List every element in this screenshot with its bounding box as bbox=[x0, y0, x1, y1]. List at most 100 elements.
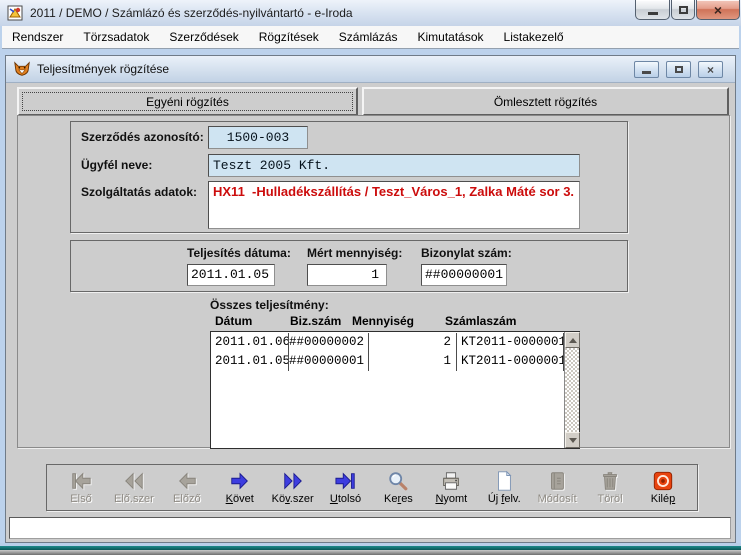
toolbar-button-label: Nyomt bbox=[435, 493, 467, 505]
performance-groupbox: Teljesítés dátuma: Mért mennyiség: Bizon… bbox=[70, 240, 628, 292]
window-title: 2011 / DEMO / Számlázó és szerződés-nyil… bbox=[30, 0, 353, 26]
performance-listbox[interactable]: 2011.01.06##000000022KT2011-00000012011.… bbox=[210, 331, 580, 449]
maximize-icon bbox=[679, 6, 688, 14]
maximize-button[interactable] bbox=[671, 0, 695, 20]
receipt-number-label: Bizonylat szám: bbox=[421, 246, 512, 260]
column-header-3: Mennyiség bbox=[352, 314, 414, 328]
tab-page-egyeni-rogzites: Szerződés azonosító: Ügyfél neve: Szolgá… bbox=[17, 115, 730, 448]
toolbar-button-previous: Előző bbox=[166, 470, 208, 505]
status-field bbox=[9, 517, 731, 539]
menu-bar: RendszerTörzsadatokSzerződésekRögzítések… bbox=[2, 26, 739, 49]
left-arrow-icon bbox=[176, 470, 198, 492]
fox-icon bbox=[13, 60, 31, 78]
toolbar-button-label: Utolsó bbox=[330, 493, 361, 505]
window-bottom-border bbox=[0, 550, 741, 555]
last-arrow-icon bbox=[335, 470, 357, 492]
toolbar-button-prev-contract: Elő.szer bbox=[113, 470, 155, 505]
measured-quantity-label: Mért mennyiség: bbox=[307, 246, 402, 260]
table-cell: KT2011-0000001 bbox=[457, 352, 564, 371]
trash-icon bbox=[599, 470, 621, 492]
table-cell: KT2011-0000001 bbox=[457, 333, 564, 352]
tab-omlesztett-rogzites[interactable]: Ömlesztett rögzítés bbox=[362, 87, 729, 116]
performance-list-header: Dátum Biz.szám Mennyiség Számlaszám bbox=[210, 314, 580, 329]
table-cell: 1 bbox=[369, 352, 457, 371]
toolbar-button-next-contract[interactable]: Köv.szer bbox=[272, 470, 314, 505]
toolbar-button-label: Töröl bbox=[598, 493, 623, 505]
menu-item-5[interactable]: Számlázás bbox=[329, 26, 408, 49]
double-left-arrow-icon bbox=[123, 470, 145, 492]
column-header-1: Dátum bbox=[215, 314, 252, 328]
toolbar-button-search[interactable]: Keres bbox=[377, 470, 419, 505]
close-icon: × bbox=[714, 3, 722, 17]
child-minimize-icon bbox=[642, 71, 651, 74]
toolbar-button-label: Kilép bbox=[651, 493, 675, 505]
table-cell: 2011.01.06 bbox=[211, 333, 289, 352]
toolbar-button-print[interactable]: Nyomt bbox=[430, 470, 472, 505]
menu-item-2[interactable]: Törzsadatok bbox=[73, 26, 159, 49]
toolbar-button-label: Követ bbox=[226, 493, 254, 505]
measured-quantity-field[interactable]: 1 bbox=[307, 264, 387, 286]
power-icon bbox=[652, 470, 674, 492]
child-close-button[interactable]: × bbox=[698, 61, 723, 78]
child-maximize-button[interactable] bbox=[666, 61, 691, 78]
menu-item-3[interactable]: Szerződések bbox=[159, 26, 248, 49]
arrow-down-icon bbox=[569, 438, 577, 447]
child-window-title: Teljesítmények rögzítése bbox=[37, 56, 169, 83]
menu-item-7[interactable]: Listakezelő bbox=[494, 26, 574, 49]
client-name-field[interactable]: Teszt 2005 Kft. bbox=[208, 154, 580, 177]
table-cell: 2011.01.05 bbox=[211, 352, 289, 371]
blank-page-icon bbox=[493, 470, 515, 492]
toolbar-button-exit[interactable]: Kilép bbox=[642, 470, 684, 505]
close-button[interactable]: × bbox=[696, 0, 740, 20]
performance-rows: 2011.01.06##000000022KT2011-00000012011.… bbox=[211, 333, 564, 371]
toolbar-button-label: Első bbox=[70, 493, 91, 505]
toolbar-button-new[interactable]: Új felv. bbox=[483, 470, 525, 505]
toolbar-button-label: Módosít bbox=[538, 493, 577, 505]
service-data-label: Szolgáltatás adatok: bbox=[81, 185, 197, 199]
scroll-down-button[interactable] bbox=[565, 432, 580, 448]
right-arrow-icon bbox=[229, 470, 251, 492]
toolbar-button-label: Köv.szer bbox=[272, 493, 314, 505]
arrow-up-icon bbox=[569, 334, 577, 343]
toolbar-button-label: Keres bbox=[384, 493, 413, 505]
double-right-arrow-icon bbox=[282, 470, 304, 492]
client-name-label: Ügyfél neve: bbox=[81, 158, 152, 172]
first-arrow-icon bbox=[70, 470, 92, 492]
notebook-icon bbox=[546, 470, 568, 492]
table-cell: ##00000001 bbox=[289, 352, 369, 371]
performance-date-field[interactable]: 2011.01.05 bbox=[187, 264, 275, 286]
child-maximize-icon bbox=[675, 66, 683, 73]
service-data-field[interactable]: HX11 -Hulladékszállítás / Teszt_Város_1,… bbox=[208, 181, 580, 229]
toolbar-button-next[interactable]: Követ bbox=[219, 470, 261, 505]
table-cell: ##00000002 bbox=[289, 333, 369, 352]
tab-egyeni-rogzites[interactable]: Egyéni rögzítés bbox=[17, 87, 358, 116]
receipt-number-field[interactable]: ##00000001 bbox=[421, 264, 507, 286]
scroll-up-button[interactable] bbox=[565, 332, 580, 348]
column-header-4: Számlaszám bbox=[445, 314, 516, 328]
menu-item-4[interactable]: Rögzítések bbox=[249, 26, 329, 49]
toolbar-button-label: Új felv. bbox=[488, 493, 521, 505]
performance-date-label: Teljesítés dátuma: bbox=[187, 246, 291, 260]
vertical-scrollbar[interactable] bbox=[564, 332, 579, 448]
contract-groupbox: Szerződés azonosító: Ügyfél neve: Szolgá… bbox=[70, 121, 628, 233]
child-window-teljesitmenyek: Teljesítmények rögzítése × Egyéni rögzít… bbox=[5, 55, 736, 543]
table-cell: 2 bbox=[369, 333, 457, 352]
toolbar-button-modify: Módosít bbox=[536, 470, 578, 505]
contract-id-field[interactable]: 1500-003 bbox=[208, 126, 308, 149]
child-close-icon: × bbox=[707, 64, 714, 76]
menu-item-1[interactable]: Rendszer bbox=[2, 26, 73, 49]
toolbar-button-label: Előző bbox=[173, 493, 201, 505]
column-header-2: Biz.szám bbox=[290, 314, 341, 328]
child-minimize-button[interactable] bbox=[634, 61, 659, 78]
magnifier-icon bbox=[387, 470, 409, 492]
main-titlebar: 2011 / DEMO / Számlázó és szerződés-nyil… bbox=[0, 0, 741, 26]
toolbar-button-delete: Töröl bbox=[589, 470, 631, 505]
toolbar-button-last[interactable]: Utolsó bbox=[325, 470, 367, 505]
minimize-button[interactable] bbox=[635, 0, 670, 20]
table-row[interactable]: 2011.01.06##000000022KT2011-0000001 bbox=[211, 333, 564, 352]
table-row[interactable]: 2011.01.05##000000011KT2011-0000001 bbox=[211, 352, 564, 371]
printer-icon bbox=[440, 470, 462, 492]
menu-item-6[interactable]: Kimutatások bbox=[407, 26, 493, 49]
minimize-icon bbox=[648, 12, 658, 15]
application-window: 2011 / DEMO / Számlázó és szerződés-nyil… bbox=[0, 0, 741, 555]
